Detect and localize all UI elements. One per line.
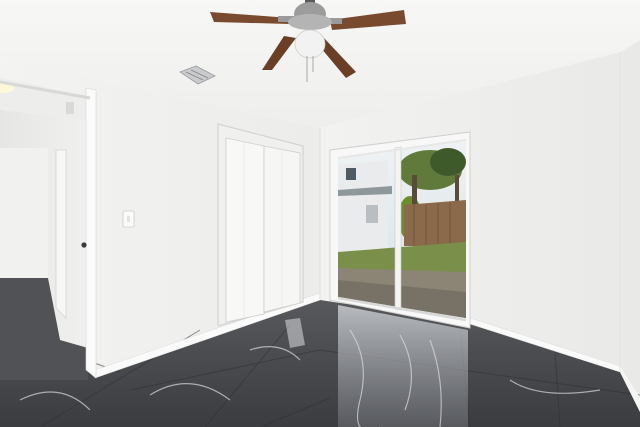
bifold-closet-doors (217, 123, 304, 327)
closet-door-left-panel (225, 137, 265, 323)
sliding-glass-door (329, 131, 471, 329)
neighbor-house (338, 160, 388, 254)
wood-fence (404, 200, 466, 246)
bedroom-photo (0, 0, 640, 427)
fan-light (294, 29, 326, 59)
open-doorway (0, 78, 97, 380)
door-knob (81, 242, 87, 248)
